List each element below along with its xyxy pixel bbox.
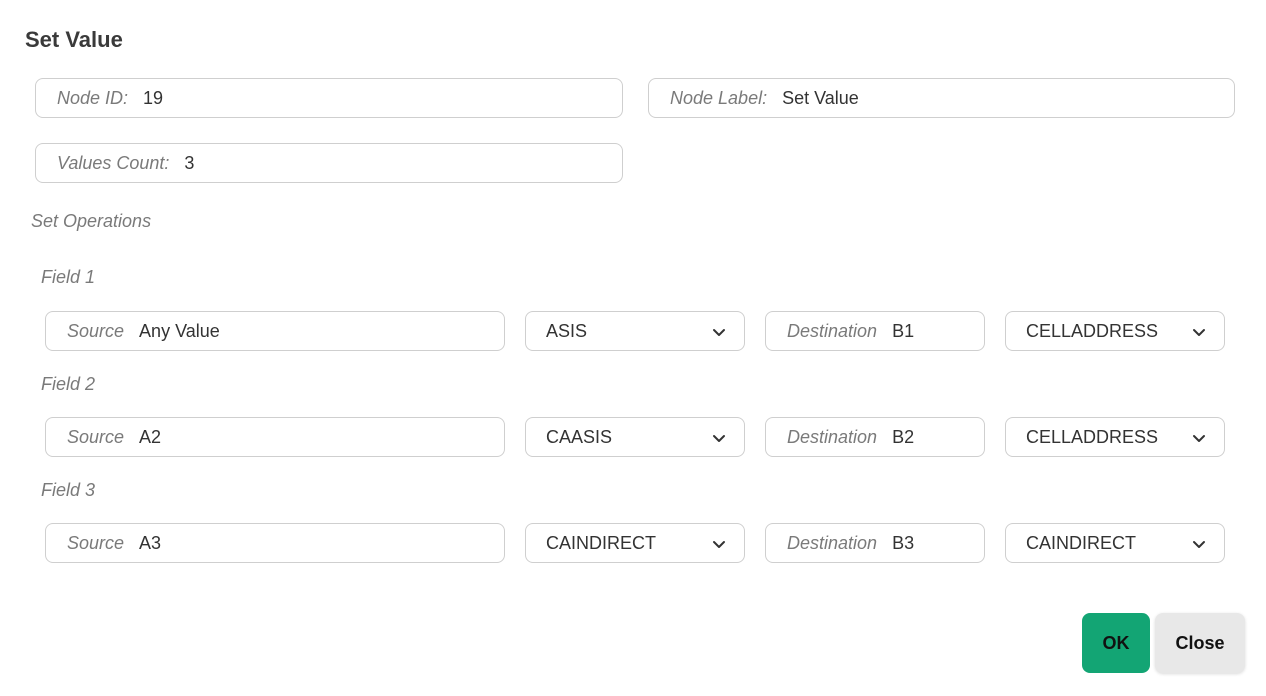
chevron-down-icon	[713, 541, 725, 548]
field-1-source-type-select[interactable]: ASIS	[525, 311, 745, 351]
field-1-source-input[interactable]: Source Any Value	[45, 311, 505, 351]
chevron-down-icon	[1193, 541, 1205, 548]
ok-button[interactable]: OK	[1082, 613, 1150, 673]
field-3-source-input[interactable]: Source A3	[45, 523, 505, 563]
field-1-destination-input[interactable]: Destination B1	[765, 311, 985, 351]
set-value-dialog: Set Value Node ID: 19 Node Label: Set Va…	[0, 0, 1266, 696]
selected-option: CAASIS	[546, 426, 613, 447]
destination-label: Destination	[787, 532, 878, 553]
source-value: A3	[139, 532, 162, 553]
node-id-label: Node ID:	[57, 87, 129, 108]
field-2-source-input[interactable]: Source A2	[45, 417, 505, 457]
destination-value: B1	[892, 320, 915, 341]
selected-option: CELLADDRESS	[1026, 320, 1159, 341]
field-1-destination-type-select[interactable]: CELLADDRESS	[1005, 311, 1225, 351]
node-id-field[interactable]: Node ID: 19	[35, 78, 623, 118]
node-id-value: 19	[143, 87, 164, 108]
field-2-destination-type-select[interactable]: CELLADDRESS	[1005, 417, 1225, 457]
field-3-source-type-select[interactable]: CAINDIRECT	[525, 523, 745, 563]
field-1-heading: Field 1	[41, 267, 96, 287]
source-value: A2	[139, 426, 162, 447]
values-count-field[interactable]: Values Count: 3	[35, 143, 623, 183]
values-count-label: Values Count:	[57, 152, 170, 173]
source-label: Source	[67, 532, 125, 553]
chevron-down-icon	[1193, 329, 1205, 336]
field-2-heading: Field 2	[41, 374, 96, 394]
node-label-field[interactable]: Node Label: Set Value	[648, 78, 1235, 118]
source-value: Any Value	[139, 320, 220, 341]
field-2-destination-input[interactable]: Destination B2	[765, 417, 985, 457]
set-operations-heading: Set Operations	[31, 211, 152, 231]
field-3-destination-type-select[interactable]: CAINDIRECT	[1005, 523, 1225, 563]
node-label-label: Node Label:	[670, 87, 768, 108]
chevron-down-icon	[713, 435, 725, 442]
selected-option: CELLADDRESS	[1026, 426, 1159, 447]
values-count-value: 3	[184, 152, 195, 173]
source-label: Source	[67, 426, 125, 447]
selected-option: CAINDIRECT	[546, 532, 657, 553]
close-button[interactable]: Close	[1155, 613, 1245, 673]
destination-label: Destination	[787, 320, 878, 341]
selected-option: ASIS	[546, 320, 588, 341]
field-3-heading: Field 3	[41, 480, 96, 500]
chevron-down-icon	[1193, 435, 1205, 442]
source-label: Source	[67, 320, 125, 341]
node-label-value: Set Value	[782, 87, 859, 108]
field-3-destination-input[interactable]: Destination B3	[765, 523, 985, 563]
dialog-title: Set Value	[25, 27, 123, 52]
field-2-source-type-select[interactable]: CAASIS	[525, 417, 745, 457]
selected-option: CAINDIRECT	[1026, 532, 1137, 553]
destination-value: B2	[892, 426, 915, 447]
chevron-down-icon	[713, 329, 725, 336]
destination-label: Destination	[787, 426, 878, 447]
destination-value: B3	[892, 532, 915, 553]
